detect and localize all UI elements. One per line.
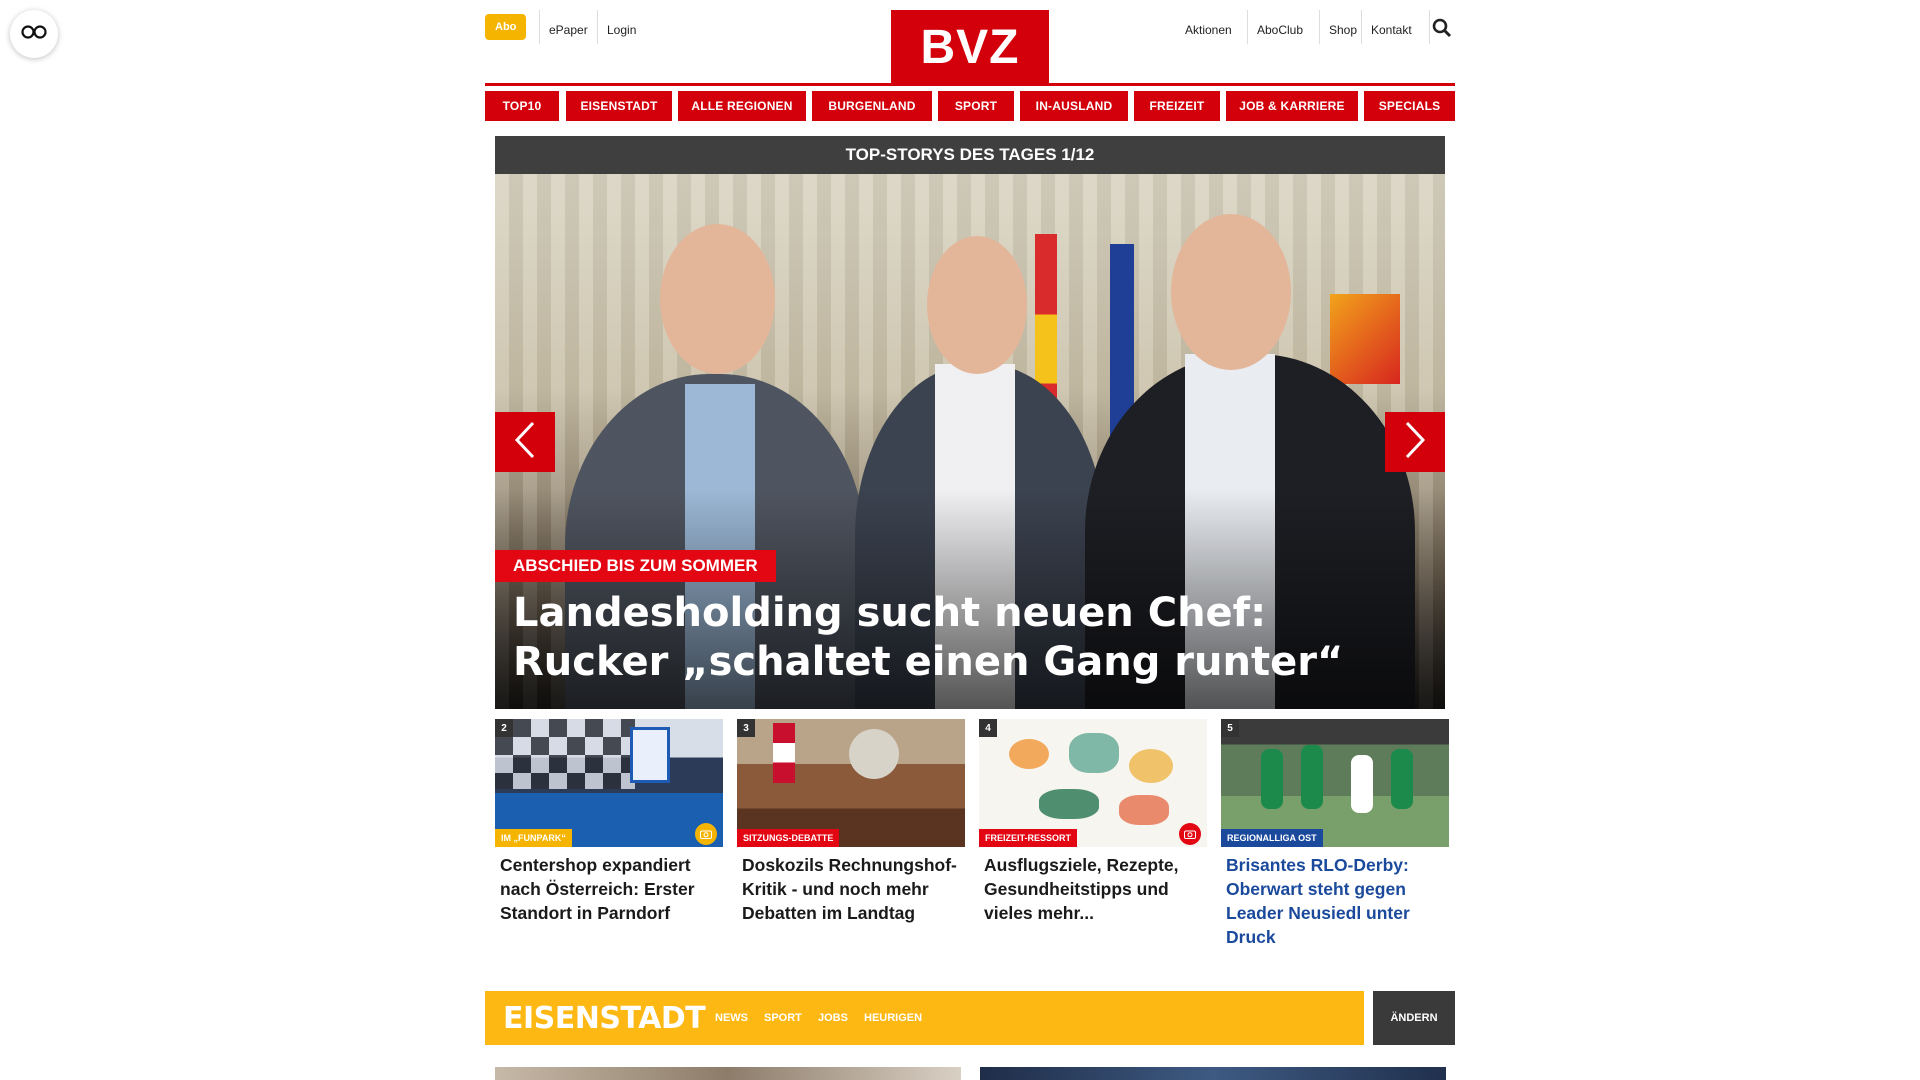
teaser-title[interactable]: Centershop expandiert nach Österreich: E… (495, 853, 723, 925)
aboclub-link[interactable]: AboClub (1257, 14, 1303, 46)
topstories-header: TOP-STORYS DES TAGES 1/12 (495, 136, 1445, 174)
teaser-card[interactable]: 5 REGIONALLIGA OST Brisantes RLO-Derby: … (1221, 719, 1449, 949)
teaser-image: 5 REGIONALLIGA OST (1221, 719, 1449, 847)
camera-icon (695, 823, 717, 845)
search-icon[interactable] (1429, 14, 1455, 42)
nav-burgenland[interactable]: BURGENLAND (812, 91, 932, 121)
teaser-card[interactable]: 3 SITZUNGS-DEBATTE Doskozils Rechnungsho… (737, 719, 965, 925)
teaser-number: 5 (1221, 719, 1239, 737)
painting-image (1330, 294, 1400, 384)
teaser-tag: IM „FUNPARK“ (495, 829, 572, 847)
region-link-sport[interactable]: SPORT (764, 991, 802, 1045)
nav-top10[interactable]: TOP10 (485, 91, 559, 121)
aktionen-link[interactable]: Aktionen (1185, 14, 1232, 46)
change-region-button[interactable]: ÄNDERN (1373, 991, 1455, 1045)
abo-button[interactable]: Abo (485, 14, 527, 40)
kontakt-link[interactable]: Kontakt (1371, 14, 1412, 46)
camera-icon (1179, 823, 1201, 845)
teaser-image: 2 IM „FUNPARK“ (495, 719, 723, 847)
hero-headline[interactable]: Landesholding sucht neuen Chef: Rucker „… (513, 589, 1413, 687)
teaser-title[interactable]: Brisantes RLO-Derby: Oberwart steht gege… (1221, 853, 1449, 949)
teaser-number: 4 (979, 719, 997, 737)
epaper-link[interactable]: ePaper (549, 14, 588, 46)
teaser-number: 3 (737, 719, 755, 737)
region-bar: EISENSTADT NEWS SPORT JOBS HEURIGEN (485, 991, 1364, 1045)
nav-in-ausland[interactable]: IN-AUSLAND (1020, 91, 1128, 121)
login-link[interactable]: Login (607, 14, 636, 46)
hero-kicker: ABSCHIED BIS ZUM SOMMER (495, 550, 776, 582)
nav-freizeit[interactable]: FREIZEIT (1134, 91, 1220, 121)
header-divider (485, 83, 1455, 86)
region-link-news[interactable]: NEWS (715, 991, 748, 1045)
teaser-card[interactable]: 2 IM „FUNPARK“ Centershop expandiert nac… (495, 719, 723, 925)
chevron-left-icon (514, 421, 536, 464)
teaser-title[interactable]: Ausflugsziele, Rezepte, Gesundheitstipps… (979, 853, 1207, 925)
hero-slide[interactable]: ABSCHIED BIS ZUM SOMMER Landesholding su… (495, 174, 1445, 709)
nav-specials[interactable]: SPECIALS (1364, 91, 1455, 121)
nav-sport[interactable]: SPORT (938, 91, 1014, 121)
chevron-right-icon (1404, 421, 1426, 464)
slider-prev-button[interactable] (495, 412, 555, 472)
teaser-image: 3 SITZUNGS-DEBATTE (737, 719, 965, 847)
teaser-number: 2 (495, 719, 513, 737)
nav-alle-regionen[interactable]: ALLE REGIONEN (678, 91, 806, 121)
teaser-title[interactable]: Doskozils Rechnungshof-Kritik - und noch… (737, 853, 965, 925)
region-link-heurigen[interactable]: HEURIGEN (864, 991, 922, 1045)
shop-link[interactable]: Shop (1329, 14, 1357, 46)
nav-eisenstadt[interactable]: EISENSTADT (566, 91, 672, 121)
article-image[interactable] (495, 1067, 961, 1080)
bvz-logo[interactable]: BVZ (891, 10, 1049, 84)
teaser-image: 4 FREIZEIT-RESSORT (979, 719, 1207, 847)
teaser-tag: SITZUNGS-DEBATTE (737, 829, 840, 847)
region-title[interactable]: EISENSTADT (503, 991, 706, 1045)
teaser-card[interactable]: 4 FREIZEIT-RESSORT Ausflugsziele, Rezept… (979, 719, 1207, 925)
article-image[interactable] (980, 1067, 1446, 1080)
top-bar: Abo ePaper Login BVZ Aktionen AboClub Sh… (485, 0, 1455, 84)
slider-next-button[interactable] (1385, 412, 1445, 472)
glasses-icon (21, 24, 47, 44)
teaser-tag: FREIZEIT-RESSORT (979, 829, 1078, 847)
teaser-tag: REGIONALLIGA OST (1221, 829, 1323, 847)
nav-job-karriere[interactable]: JOB & KARRIERE (1226, 91, 1358, 121)
region-link-jobs[interactable]: JOBS (818, 991, 848, 1045)
reader-mode-button[interactable] (10, 10, 58, 58)
main-nav: TOP10 EISENSTADT ALLE REGIONEN BURGENLAN… (485, 91, 1455, 121)
